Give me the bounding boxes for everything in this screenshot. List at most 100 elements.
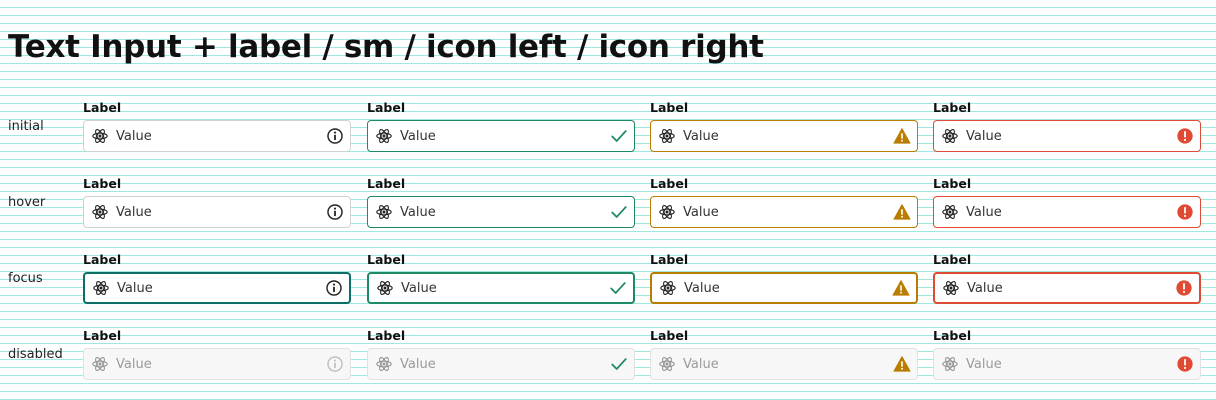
text-input-field-disabled-error: Label Value [933,328,1201,380]
field-label: Label [933,252,972,267]
field-label: Label [83,100,122,115]
atom-icon [92,279,110,297]
text-input: Value [83,348,351,380]
state-label-initial: initial [8,119,44,134]
field-label: Label [83,252,122,267]
input-value: Value [400,204,436,220]
text-input-field-hover-error: Label Value [933,176,1201,228]
info-icon [325,279,343,297]
field-label: Label [650,252,689,267]
warning-icon [893,127,911,145]
atom-icon [91,127,109,145]
text-input-field-focus-success: Label Value [367,252,635,304]
text-input-field-focus-warning: Label Value [650,252,918,304]
check-icon [610,203,628,221]
input-value: Value [966,204,1002,220]
input-value: Value [683,204,719,220]
text-input[interactable]: Value [367,120,635,152]
text-input-field-focus-default: Label Value [83,252,351,304]
field-label: Label [933,328,972,343]
warning-icon [892,279,910,297]
atom-icon [375,203,393,221]
atom-icon [91,355,109,373]
error-icon [1176,355,1194,373]
atom-icon [941,355,959,373]
text-input[interactable]: Value [933,196,1201,228]
atom-icon [658,203,676,221]
field-label: Label [367,100,406,115]
warning-icon [893,355,911,373]
state-label-hover: hover [8,195,46,210]
state-label-focus: focus [8,271,43,286]
text-input-field-hover-success: Label Value [367,176,635,228]
text-input[interactable]: Value [367,272,635,304]
info-icon [326,127,344,145]
state-label-disabled: disabled [8,347,63,362]
input-value: Value [116,128,152,144]
text-input[interactable]: Value [83,272,351,304]
check-icon [610,355,628,373]
input-value: Value [117,280,153,296]
atom-icon [658,127,676,145]
field-label: Label [367,252,406,267]
error-icon [1176,203,1194,221]
input-value: Value [683,128,719,144]
text-input-field-hover-default: Label Value [83,176,351,228]
atom-icon [91,203,109,221]
text-input-field-disabled-default: Label Value [83,328,351,380]
atom-icon [375,127,393,145]
text-input-field-initial-warning: Label Value [650,100,918,152]
input-value: Value [116,356,152,372]
page-title: Text Input + label / sm / icon left / ic… [8,29,764,65]
info-icon [326,203,344,221]
text-input[interactable]: Value [83,120,351,152]
atom-icon [375,355,393,373]
input-value: Value [966,128,1002,144]
field-label: Label [650,176,689,191]
field-label: Label [650,328,689,343]
atom-icon [659,279,677,297]
text-input: Value [367,348,635,380]
input-value: Value [400,128,436,144]
text-input[interactable]: Value [367,196,635,228]
text-input: Value [650,348,918,380]
field-label: Label [367,328,406,343]
input-value: Value [967,280,1003,296]
field-label: Label [933,176,972,191]
input-value: Value [684,280,720,296]
input-value: Value [116,204,152,220]
error-icon [1175,279,1193,297]
text-input[interactable]: Value [650,196,918,228]
field-label: Label [650,100,689,115]
input-value: Value [683,356,719,372]
atom-icon [941,203,959,221]
text-input[interactable]: Value [933,120,1201,152]
text-input[interactable]: Value [650,272,918,304]
error-icon [1176,127,1194,145]
input-value: Value [966,356,1002,372]
text-input-field-disabled-warning: Label Value [650,328,918,380]
text-input-field-hover-warning: Label Value [650,176,918,228]
check-icon [609,279,627,297]
atom-icon [658,355,676,373]
atom-icon [376,279,394,297]
warning-icon [893,203,911,221]
text-input-field-focus-error: Label Value [933,252,1201,304]
field-label: Label [367,176,406,191]
check-icon [610,127,628,145]
field-label: Label [83,176,122,191]
atom-icon [941,127,959,145]
atom-icon [942,279,960,297]
input-value: Value [401,280,437,296]
info-icon [326,355,344,373]
text-input: Value [933,348,1201,380]
text-input[interactable]: Value [83,196,351,228]
field-label: Label [933,100,972,115]
text-input-field-initial-default: Label Value [83,100,351,152]
text-input[interactable]: Value [933,272,1201,304]
text-input-field-initial-error: Label Value [933,100,1201,152]
text-input[interactable]: Value [650,120,918,152]
field-label: Label [83,328,122,343]
text-input-field-disabled-success: Label Value [367,328,635,380]
input-value: Value [400,356,436,372]
